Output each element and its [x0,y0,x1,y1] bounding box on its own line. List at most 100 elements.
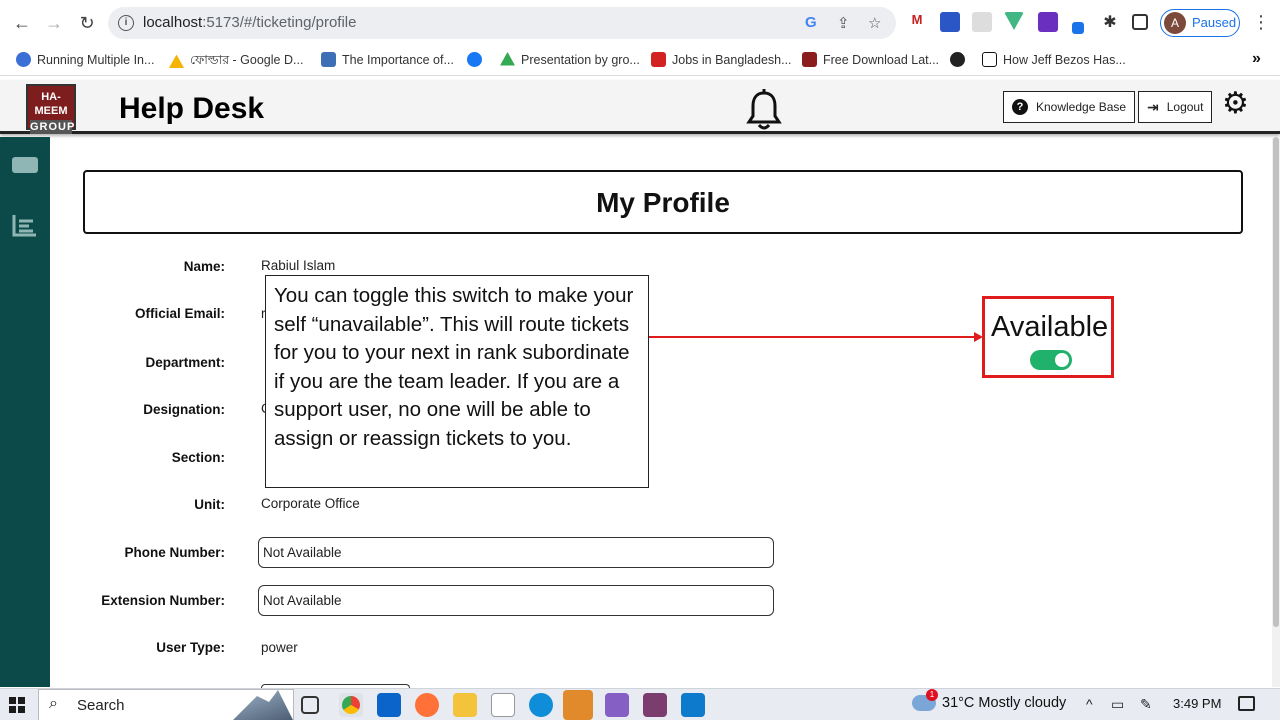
ticket-icon[interactable] [11,153,39,177]
app-title: Help Desk [119,92,265,125]
bell-icon[interactable] [744,88,784,132]
user-type-value: power [261,640,298,655]
unit-label: Unit: [194,497,225,512]
name-label: Name: [183,259,225,274]
address-bar[interactable]: i localhost:5173/#/ticketing/profile G ⇪… [108,7,896,39]
bookmark-item[interactable]: Free Download Lat... [802,52,939,67]
mail-app-icon[interactable] [377,693,401,717]
availability-label: Available [991,311,1109,343]
extension-input[interactable]: Not Available [258,585,774,616]
reload-icon[interactable]: ↻ [75,11,99,35]
share-icon[interactable]: ⇪ [837,14,850,32]
site-info-icon[interactable]: i [118,15,134,31]
extensions-puzzle-icon[interactable]: ✱ [1100,12,1120,32]
email-label: Official Email: [134,306,225,321]
bookmarks-bar: Running Multiple In... ফোল্ডার - Google … [0,46,1280,76]
back-icon[interactable]: ← [10,11,34,35]
gear-icon[interactable]: ⚙ [1222,88,1249,120]
firefox-app-icon[interactable] [415,693,439,717]
wsj-icon [982,52,997,67]
edge-app-icon[interactable] [529,693,553,717]
bookmark-item[interactable]: The Importance of... [321,52,454,67]
extension-5-icon[interactable] [1038,12,1058,32]
task-view-icon[interactable] [301,696,319,714]
bookmark-item[interactable] [467,52,488,67]
knowledge-base-button[interactable]: ? Knowledge Base [1003,91,1136,123]
facebook-icon [467,52,482,67]
bookmark-item[interactable] [950,52,971,67]
avatar: A [1164,12,1186,34]
page-title: My Profile [596,187,730,218]
unit-value: Corporate Office [261,496,360,511]
search-icon: ⌕ [49,695,58,712]
gmail-extension-icon[interactable]: M [907,12,927,32]
logout-icon: ⇥ [1147,98,1159,115]
bookmark-item[interactable]: How Jeff Bezos Has... [982,52,1126,67]
search-highlight-image [233,690,293,720]
vue-devtools-icon[interactable] [1004,12,1024,30]
toggle-knob [1055,353,1069,367]
taskbar-clock[interactable]: 3:49 PM [1173,696,1221,711]
question-circle-icon: ? [1012,99,1028,115]
profile-heading-box: My Profile [83,170,1243,234]
app-header: HA-MEEM GROUP Help Desk ? Knowledge Base… [0,80,1280,134]
section-label: Section: [171,450,225,465]
kubernetes-icon [16,52,31,67]
name-value: Rabiul Islam [261,258,336,273]
url-text[interactable]: localhost:5173/#/ticketing/profile [143,14,356,31]
active-app-icon[interactable] [563,690,593,720]
globe-icon [950,52,965,67]
pen-icon[interactable]: ✎ [1140,696,1152,713]
phone-input[interactable]: Not Available [258,537,774,568]
bookmark-star-icon[interactable]: ☆ [868,14,881,32]
bookmark-item[interactable]: Presentation by gro... [500,52,640,67]
scrollbar-thumb[interactable] [1273,137,1279,627]
tutorial-callout: You can toggle this switch to make your … [265,275,649,488]
user-type-label: User Type: [156,640,225,655]
logout-button[interactable]: ⇥ Logout [1138,91,1213,123]
cloud-icon: 1 [912,689,938,711]
google-drive-icon [169,54,184,68]
file-explorer-icon[interactable] [453,693,477,717]
phone-label: Phone Number: [124,545,225,560]
vscode-icon[interactable] [681,693,705,717]
windows-start-icon[interactable] [9,697,25,713]
company-logo[interactable]: HA-MEEM GROUP [26,84,76,134]
bookmark-item[interactable]: Jobs in Bangladesh... [651,52,792,67]
page-scrollbar[interactable] [1272,137,1280,687]
profile-chip[interactable]: A Paused [1160,9,1240,37]
report-chart-icon[interactable] [11,213,39,237]
forward-icon[interactable]: → [42,11,66,35]
callout-arrow-line [649,336,977,338]
visual-studio-icon[interactable] [605,693,629,717]
availability-toggle[interactable] [1030,350,1072,370]
reader-extension-icon[interactable] [940,12,960,32]
department-label: Department: [145,355,225,370]
bdjobs-icon [651,52,666,67]
document-extension-icon[interactable] [972,12,992,32]
more-bookmarks-icon[interactable]: » [1252,50,1261,68]
chrome-app-icon[interactable] [339,693,363,717]
cube-icon [321,52,336,67]
google-drive-icon [500,52,515,66]
side-panel-icon[interactable] [1132,14,1148,30]
availability-highlight: Available [982,296,1114,378]
google-icon[interactable]: G [805,14,817,31]
bookmark-item[interactable]: ফোল্ডার - Google D... [169,52,303,72]
designation-label: Designation: [143,402,225,417]
weather-widget[interactable]: 1 31°C Mostly cloudy [912,689,1066,711]
bookmark-item[interactable]: Running Multiple In... [16,52,154,67]
extension-label: Extension Number: [101,593,225,608]
browser-toolbar: ← → ↻ i localhost:5173/#/ticketing/profi… [0,0,1280,46]
fsf-icon [802,52,817,67]
chevron-up-icon[interactable]: ^ [1086,696,1093,712]
notification-icon[interactable] [1238,696,1255,711]
profile-status: Paused [1192,15,1237,30]
browser-menu-icon[interactable]: ⋮ [1252,12,1270,33]
battery-icon[interactable]: ▭ [1111,696,1124,713]
terminal-app-icon[interactable] [643,693,667,717]
color-picker-icon[interactable] [1072,22,1084,34]
taskbar-search[interactable]: ⌕ Search [38,689,294,720]
mongodb-compass-icon[interactable] [491,693,515,717]
windows-taskbar: ⌕ Search 1 31°C Mostly cloudy ^ ▭ ✎ 3:49… [0,688,1280,720]
